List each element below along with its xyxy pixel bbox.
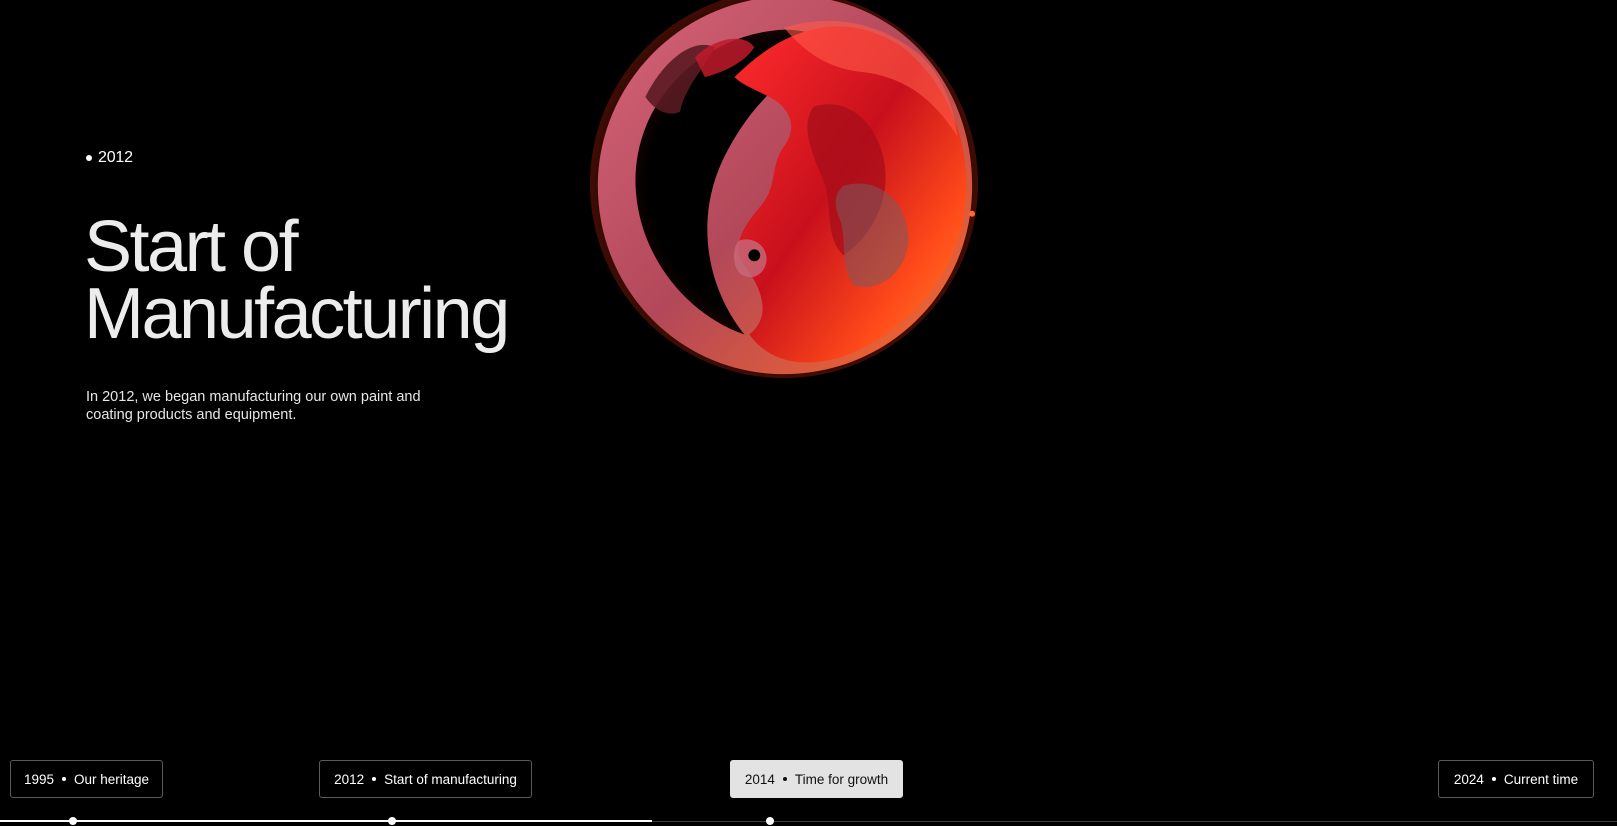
- hero-title-line-2: Manufacturing: [84, 274, 510, 354]
- timeline-tab-year: 1995: [23, 771, 54, 787]
- current-year-text: 2012: [98, 149, 133, 166]
- separator-dot-icon: [782, 777, 787, 781]
- timeline-tab-label: Time for growth: [794, 771, 889, 787]
- timeline-tab-2024[interactable]: 2024 Current time: [1438, 760, 1594, 798]
- timeline-tab-1995[interactable]: 1995 Our heritage: [10, 760, 163, 798]
- timeline-tab-year: 2014: [744, 771, 775, 787]
- bullet-dot-icon: [86, 155, 92, 161]
- separator-dot-icon: [62, 777, 66, 781]
- separator-dot-icon: [1491, 777, 1496, 781]
- timeline-tab-2012[interactable]: 2012 Start of manufacturing: [319, 760, 532, 798]
- timeline-marker-1995[interactable]: [69, 817, 77, 825]
- timeline-marker-2014[interactable]: [766, 817, 774, 825]
- hero-title: Start of Manufacturing: [84, 207, 604, 354]
- timeline-marker-2012[interactable]: [388, 817, 396, 825]
- timeline-progress-bar: [0, 820, 652, 822]
- timeline-tab-year: 2024: [1453, 771, 1484, 787]
- paint-splash-orb-image: [590, 0, 978, 379]
- timeline-tab-label: Our heritage: [74, 771, 150, 787]
- current-year-label: 2012: [86, 149, 133, 167]
- hero-title-line-1: Start of: [84, 207, 299, 287]
- separator-dot-icon: [372, 777, 377, 781]
- hero-description: In 2012, we began manufacturing our own …: [86, 389, 421, 423]
- timeline-tab-label: Start of manufacturing: [384, 771, 517, 787]
- timeline-tab-label: Current time: [1503, 771, 1579, 787]
- timeline-tab-2014[interactable]: 2014 Time for growth: [730, 760, 903, 798]
- timeline-tab-year: 2012: [334, 771, 365, 787]
